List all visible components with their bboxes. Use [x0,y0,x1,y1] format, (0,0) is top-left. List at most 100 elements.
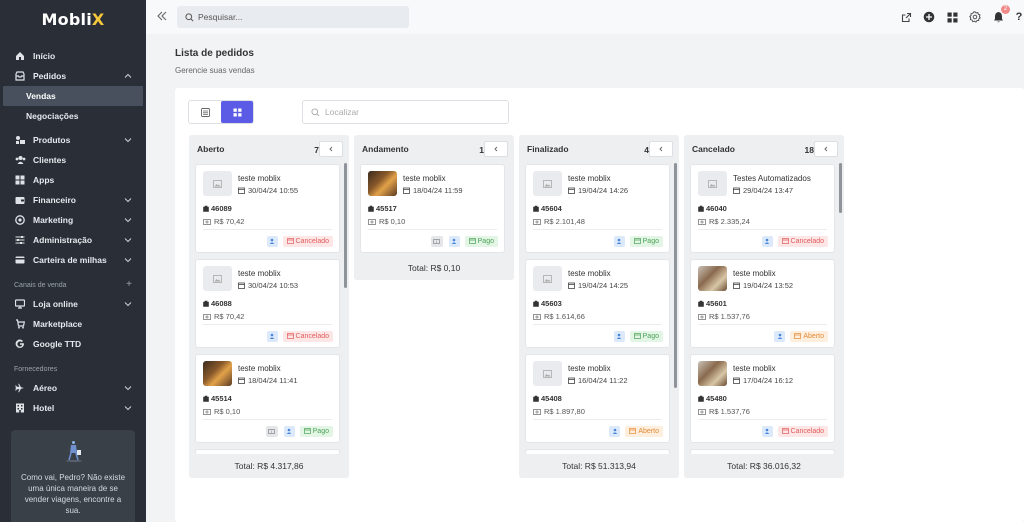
search-input[interactable]: Pesquisar... [177,6,409,28]
column-prev-button[interactable] [484,141,508,157]
traveler-illustration-icon [66,441,82,462]
promo-text: Como vai, Pedro? Não existe uma única ma… [20,473,126,515]
user-icon[interactable] [613,235,625,247]
external-link-icon[interactable] [899,10,913,24]
shopping-bag-icon [14,318,26,330]
card-footer: Pago [260,425,333,437]
ticket-icon[interactable] [265,425,278,437]
bag-icon [698,300,704,307]
user-icon[interactable] [266,330,278,342]
sidebar-item-produtos[interactable]: Produtos [0,130,146,150]
monitor-icon [14,298,26,310]
order-card[interactable]: teste moblix 18/04/24 11:41 45514 R$ 0,1… [195,354,340,443]
user-icon[interactable] [609,425,621,437]
column-header: Cancelado 18 [684,135,844,163]
chevron-down-icon [124,238,132,243]
sidebar-item-loja-online[interactable]: Loja online [0,294,146,314]
card-price: R$ 2.101,48 [533,217,585,226]
sidebar-item-google-ttd[interactable]: Google TTD [0,334,146,354]
column-prev-button[interactable] [649,141,673,157]
user-icon[interactable] [774,330,786,342]
column-scrollbar[interactable] [344,163,347,288]
card-price-text: R$ 0,10 [379,217,406,226]
list-view-button[interactable] [189,101,221,123]
user-icon[interactable] [613,330,625,342]
plus-icon[interactable]: + [126,279,132,290]
card-price-text: R$ 1.537,76 [709,407,750,416]
sidebar-item-aereo[interactable]: Aéreo [0,378,146,398]
sidebar-item-vendas[interactable]: Vendas [3,86,143,106]
sidebar-item-clientes[interactable]: Clientes [0,150,146,170]
order-card[interactable]: teste moblix 18/04/24 11:59 45517 R$ 0,1… [360,164,505,253]
apps-grid-icon[interactable] [945,10,959,24]
card-id-text: 46088 [211,299,232,308]
order-card[interactable]: teste moblix 19/04/24 14:25 45603 R$ 1.6… [525,259,670,348]
chevron-up-icon [124,73,132,78]
order-card[interactable]: Testes Automatizados 29/04/24 13:47 4604… [690,164,835,253]
sidebar-item-administracao[interactable]: Administração [0,230,146,250]
column-prev-button[interactable] [814,141,838,157]
logo-text: Mobli [41,9,92,29]
card-status-icon [781,238,789,244]
user-icon[interactable] [283,425,295,437]
order-card[interactable]: teste moblix 19/04/24 13:52 45601 R$ 1.5… [690,259,835,348]
money-icon [698,313,706,320]
page-title: Lista de pedidos [175,48,254,59]
sidebar-item-label: Hotel [33,403,55,413]
notifications-bell-icon[interactable]: 2 [991,5,1010,24]
card-id: 45601 [698,299,727,308]
bag-icon [698,395,704,402]
card-footer: Cancelado [756,425,828,437]
column-scrollbar[interactable] [839,163,842,213]
section-label: Canais de venda [14,281,67,289]
card-footer: Aberto [603,425,663,437]
sidebar-item-negociacoes[interactable]: Negociações [0,106,146,126]
image-placeholder-icon [203,266,232,291]
kanban-view-button[interactable] [221,101,253,123]
sidebar-item-pedidos[interactable]: Pedidos [0,66,146,86]
locate-input[interactable]: Localizar [302,100,509,124]
sidebar-item-carteira-de-milhas[interactable]: Carteira de milhas [0,250,146,270]
column-total: Total: R$ 36.016,32 [684,454,844,478]
app-logo[interactable]: Mobli X [0,0,146,38]
card-price: R$ 0,10 [368,217,405,226]
card-divider [698,419,827,420]
card-date-text: 30/04/24 10:53 [248,281,299,290]
list-view-icon [200,107,210,117]
card-title: teste moblix [568,174,611,183]
add-circle-icon[interactable] [922,10,936,24]
settings-gear-icon[interactable] [968,10,982,24]
calendar-icon [568,282,575,289]
sidebar-item-marketplace[interactable]: Marketplace [0,314,146,334]
user-icon[interactable] [448,235,460,247]
sidebar-item-inicio[interactable]: Início [0,46,146,66]
money-icon [533,218,541,225]
ticket-icon[interactable] [430,235,443,247]
order-card[interactable]: teste moblix 16/04/24 11:22 45408 R$ 1.8… [525,354,670,443]
collapse-sidebar-icon[interactable] [156,10,168,22]
card-footer: Pago [608,330,663,342]
sidebar-item-label: Pedidos [33,71,67,81]
order-card[interactable]: teste moblix 30/04/24 10:53 46088 R$ 70,… [195,259,340,348]
sidebar-item-marketing[interactable]: Marketing [0,210,146,230]
card-divider [203,324,332,325]
user-icon[interactable] [761,235,773,247]
sidebar-item-apps[interactable]: Apps [0,170,146,190]
card-price: R$ 70,42 [203,217,244,226]
order-card[interactable]: teste moblix 19/04/24 14:26 45604 R$ 2.1… [525,164,670,253]
user-icon[interactable] [266,235,278,247]
column-prev-button[interactable] [319,141,343,157]
sidebar-item-financeiro[interactable]: Financeiro [0,190,146,210]
card-price: R$ 1.897,80 [533,407,585,416]
order-card[interactable]: teste moblix 30/04/24 10:55 46089 R$ 70,… [195,164,340,253]
user-icon[interactable] [761,425,773,437]
money-icon [533,408,541,415]
card-title: teste moblix [238,269,281,278]
order-card[interactable]: teste moblix 17/04/24 16:12 45480 R$ 1.5… [690,354,835,443]
card-id: 45603 [533,299,562,308]
help-question-icon[interactable]: ? [1014,10,1024,24]
money-icon [203,313,211,320]
column-scrollbar[interactable] [674,163,677,388]
sidebar-item-hotel[interactable]: Hotel [0,398,146,418]
card-price-text: R$ 70,42 [214,312,245,321]
